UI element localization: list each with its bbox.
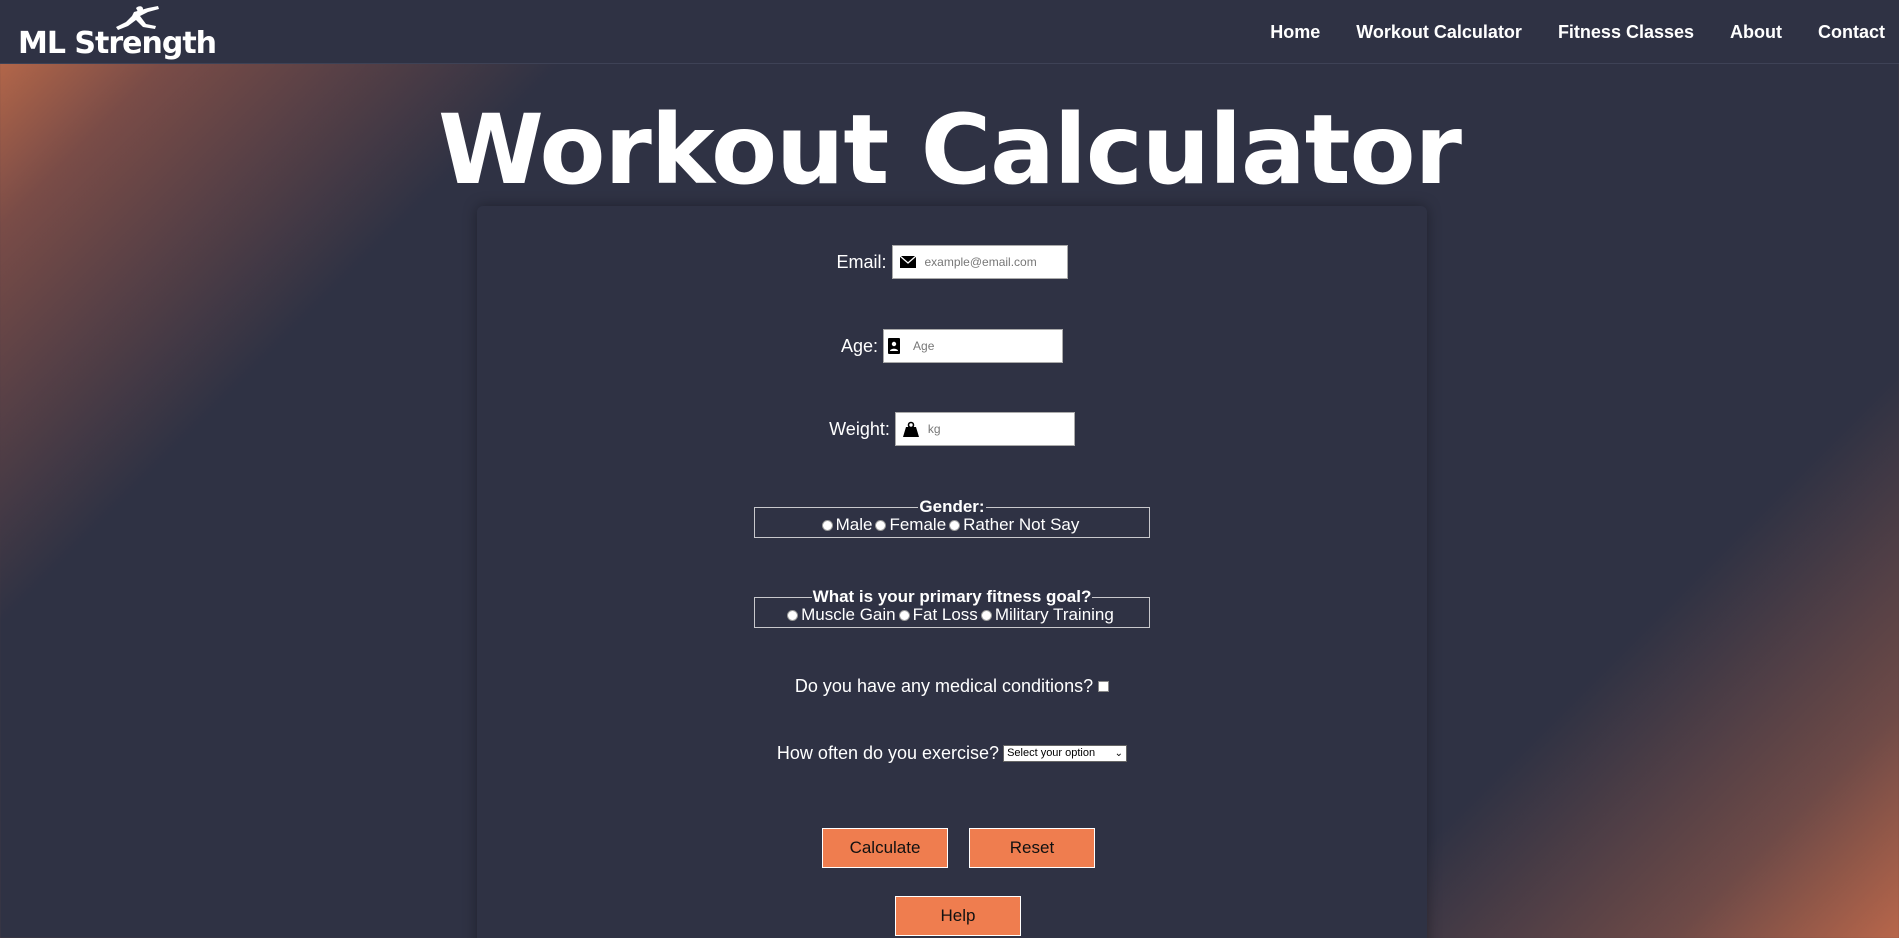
logo-text: ML Strength <box>18 26 217 61</box>
gender-options: Male Female Rather Not Say <box>755 514 1149 540</box>
gender-female-label: Female <box>889 515 947 534</box>
exercise-frequency-selected: Select your option <box>1007 747 1096 759</box>
weight-field[interactable] <box>894 412 1075 446</box>
nav-menu: Home Workout Calculator Fitness Classes … <box>1270 22 1885 43</box>
goal-muscle-gain-label: Muscle Gain <box>801 605 896 624</box>
medical-conditions-row: Do you have any medical conditions? <box>477 674 1427 698</box>
gender-group: Gender: Male Female Rather Not Say <box>754 498 1150 538</box>
medical-conditions-label: Do you have any medical conditions? <box>794 675 1094 696</box>
gender-legend: Gender: <box>919 497 985 516</box>
goal-fat-loss-label: Fat Loss <box>912 605 978 624</box>
medical-conditions-checkbox[interactable] <box>1098 680 1110 692</box>
age-input[interactable] <box>904 332 1050 360</box>
radio-circle-icon[interactable] <box>821 519 833 531</box>
weight-label: Weight: <box>829 418 890 439</box>
envelope-icon <box>893 246 923 278</box>
calculator-form: Email: Age: Weight: Gender: Male <box>477 206 1427 938</box>
exercise-frequency-row: How often do you exercise? Select your o… <box>477 741 1427 765</box>
gender-rather-not-say-label: Rather Not Say <box>963 515 1080 534</box>
goal-military-training-label: Military Training <box>994 605 1114 624</box>
goal-muscle-gain-radio[interactable]: Muscle Gain <box>787 605 896 625</box>
radio-circle-icon[interactable] <box>875 519 887 531</box>
gender-male-radio[interactable]: Male <box>821 515 873 535</box>
radio-circle-icon[interactable] <box>898 609 910 621</box>
navbar: ML Strength Home Workout Calculator Fitn… <box>0 0 1899 64</box>
gender-male-label: Male <box>835 515 873 534</box>
nav-home[interactable]: Home <box>1270 22 1320 43</box>
radio-circle-icon[interactable] <box>980 609 992 621</box>
chevron-down-icon: ⌄ <box>1114 747 1124 759</box>
weight-input[interactable] <box>925 415 1064 443</box>
email-row: Email: <box>477 244 1427 280</box>
id-card-icon <box>884 330 904 362</box>
nav-workout-calculator[interactable]: Workout Calculator <box>1356 22 1522 43</box>
radio-circle-icon[interactable] <box>949 519 961 531</box>
weight-icon <box>896 413 926 445</box>
fitness-goal-options: Muscle Gain Fat Loss Military Training <box>755 604 1149 630</box>
logo[interactable]: ML Strength <box>18 4 217 62</box>
radio-circle-icon[interactable] <box>787 609 799 621</box>
goal-military-training-radio[interactable]: Military Training <box>980 605 1114 625</box>
weight-row: Weight: <box>477 411 1427 447</box>
goal-fat-loss-radio[interactable]: Fat Loss <box>898 605 978 625</box>
email-label: Email: <box>836 251 887 272</box>
fitness-goal-group: What is your primary fitness goal? Muscl… <box>754 588 1150 628</box>
gender-female-radio[interactable]: Female <box>875 515 946 535</box>
exercise-frequency-select[interactable]: Select your option ⌄ <box>1003 744 1128 762</box>
gender-rather-not-say-radio[interactable]: Rather Not Say <box>949 515 1079 535</box>
age-field[interactable] <box>883 329 1064 363</box>
age-label: Age: <box>840 335 879 356</box>
nav-contact[interactable]: Contact <box>1818 22 1885 43</box>
exercise-frequency-label: How often do you exercise? <box>776 742 1000 763</box>
calculate-button[interactable]: Calculate <box>822 828 948 868</box>
page-title: Workout Calculator <box>438 94 1462 206</box>
fitness-goal-legend: What is your primary fitness goal? <box>812 587 1092 606</box>
reset-button[interactable]: Reset <box>969 828 1095 868</box>
help-button[interactable]: Help <box>895 896 1021 936</box>
nav-fitness-classes[interactable]: Fitness Classes <box>1558 22 1694 43</box>
email-field[interactable] <box>891 245 1068 279</box>
email-input[interactable] <box>922 248 1061 276</box>
nav-about[interactable]: About <box>1730 22 1782 43</box>
age-row: Age: <box>477 328 1427 364</box>
